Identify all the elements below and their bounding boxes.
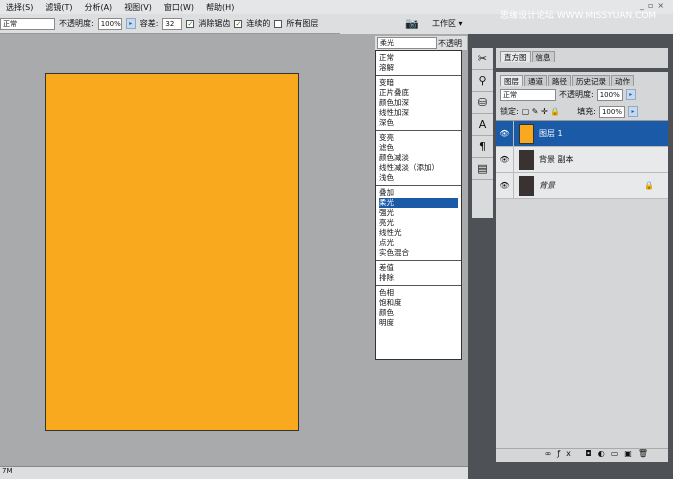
- paragraph-icon[interactable]: ¶: [472, 136, 493, 158]
- blend-option[interactable]: 明度: [379, 318, 458, 328]
- all-layers-label: 所有图层: [286, 19, 319, 28]
- tab-layers[interactable]: 图层: [500, 75, 523, 86]
- blend-option[interactable]: 线性减淡（添加）: [379, 163, 458, 173]
- blend-option[interactable]: 亮光: [379, 218, 458, 228]
- blend-option[interactable]: 变亮: [379, 133, 458, 143]
- blend-option[interactable]: 差值: [379, 263, 458, 273]
- layer-blend-select[interactable]: 正常: [500, 88, 556, 101]
- status-bar: 7M: [0, 466, 468, 479]
- blend-option[interactable]: 深色: [379, 118, 458, 128]
- blend-option[interactable]: 颜色: [379, 308, 458, 318]
- blend-option[interactable]: 浅色: [379, 173, 458, 183]
- blend-group: 色相 饱和度 颜色 明度: [376, 286, 461, 330]
- blend-option[interactable]: 溶解: [379, 63, 458, 73]
- menu-window[interactable]: 窗口(W): [164, 2, 194, 13]
- blend-group: 变亮 滤色 颜色减淡 线性减淡（添加） 浅色: [376, 131, 461, 186]
- blend-option[interactable]: 排除: [379, 273, 458, 283]
- blend-option[interactable]: 饱和度: [379, 298, 458, 308]
- layer-name: 背景 副本: [539, 155, 574, 164]
- blend-option[interactable]: 颜色加深: [379, 98, 458, 108]
- lock-label: 锁定:: [500, 107, 519, 116]
- fill-arrow-icon[interactable]: ▸: [627, 106, 638, 117]
- opacity-label: 不透明度:: [59, 19, 94, 28]
- blend-group: 正常 溶解: [376, 51, 461, 76]
- character-icon[interactable]: A: [472, 114, 493, 136]
- layer-name: 背景: [539, 181, 555, 190]
- fill-label: 填充:: [577, 107, 596, 116]
- tab-actions[interactable]: 动作: [611, 75, 634, 86]
- blend-mode-dropdown[interactable]: 正常 溶解 变暗 正片叠底 颜色加深 线性加深 深色 变亮 滤色 颜色减淡 线性减淡（添加） 浅色 叠加…: [375, 50, 462, 360]
- blend-option[interactable]: 点光: [379, 238, 458, 248]
- blend-option[interactable]: 正片叠底: [379, 88, 458, 98]
- doc-size: 7M: [2, 467, 13, 475]
- tab-histogram[interactable]: 直方图: [500, 51, 531, 62]
- contiguous-checkbox[interactable]: ✓: [234, 19, 243, 28]
- mode-select[interactable]: 正常: [0, 17, 55, 30]
- eye-icon[interactable]: 👁: [496, 121, 514, 146]
- layer-row[interactable]: 👁 图层 1: [496, 121, 668, 147]
- antialias-label: 消除锯齿: [198, 19, 231, 28]
- tab-channels[interactable]: 通道: [524, 75, 547, 86]
- layer-opacity-arrow-icon[interactable]: ▸: [625, 89, 636, 100]
- tolerance-label: 容差:: [139, 19, 159, 28]
- eye-icon[interactable]: 👁: [496, 147, 514, 172]
- layer-thumbnail: [519, 175, 534, 196]
- antialias-checkbox[interactable]: ✓: [186, 19, 195, 28]
- layer-opacity-label: 不透明度:: [559, 90, 594, 99]
- histogram-panel: 直方图 信息: [496, 48, 668, 68]
- menu-filter[interactable]: 滤镜(T): [45, 2, 72, 13]
- eye-icon[interactable]: 👁: [496, 173, 514, 198]
- blend-option[interactable]: 线性光: [379, 228, 458, 238]
- contiguous-label: 连续的: [246, 19, 271, 28]
- blend-mode-bar: 柔光 不透明度: [375, 36, 467, 59]
- clone-source-icon[interactable]: ⚲: [472, 70, 493, 92]
- opacity-input[interactable]: 100%: [97, 17, 122, 30]
- menu-select[interactable]: 选择(S): [6, 2, 33, 13]
- layers-panel: 图层 通道 路径 历史记录 动作 正常 不透明度: 100% ▸ 锁定: ▢ ✎ ✛ 🔒…: [496, 72, 668, 462]
- layer-thumbnail: [519, 149, 534, 170]
- blend-option[interactable]: 线性加深: [379, 108, 458, 118]
- layer-footer-icons[interactable]: ∞ƒx ◘◐▭▣🗑: [496, 448, 668, 462]
- layer-name: 图层 1: [539, 129, 563, 138]
- workspace-button[interactable]: 工作区 ▾: [432, 18, 463, 29]
- blend-option[interactable]: 叠加: [379, 188, 458, 198]
- opacity-arrow-icon[interactable]: ▸: [125, 18, 136, 29]
- blend-group: 差值 排除: [376, 261, 461, 286]
- watermark: 思缘设计论坛 WWW.MISSYUAN.COM: [500, 11, 657, 21]
- lock-icons[interactable]: ▢ ✎ ✛ 🔒: [522, 107, 561, 116]
- blend-option[interactable]: 变暗: [379, 78, 458, 88]
- layer-opacity-input[interactable]: 100%: [596, 88, 623, 101]
- blend-group: 变暗 正片叠底 颜色加深 线性加深 深色: [376, 76, 461, 131]
- tab-history[interactable]: 历史记录: [572, 75, 610, 86]
- panel-icons: ✂ ⚲ ⛁ A ¶ ▤: [472, 48, 493, 218]
- tools-icon[interactable]: ✂: [472, 48, 493, 70]
- blend-option[interactable]: 滤色: [379, 143, 458, 153]
- blend-option[interactable]: 柔光: [379, 198, 458, 208]
- layer-thumbnail: [519, 123, 534, 144]
- file-browser-icon[interactable]: 📷: [405, 17, 419, 30]
- blend-option[interactable]: 色相: [379, 288, 458, 298]
- blend-option[interactable]: 正常: [379, 53, 458, 63]
- stamp-icon[interactable]: ⛁: [472, 92, 493, 114]
- blend-option[interactable]: 强光: [379, 208, 458, 218]
- layer-row[interactable]: 👁 背景 副本: [496, 147, 668, 173]
- blend-group: 叠加 柔光 强光 亮光 线性光 点光 实色混合: [376, 186, 461, 261]
- all-layers-checkbox[interactable]: [274, 19, 283, 28]
- blend-mode-select[interactable]: 柔光: [377, 37, 437, 49]
- lock-icon: 🔒: [644, 181, 654, 190]
- tab-paths[interactable]: 路径: [548, 75, 571, 86]
- document-canvas[interactable]: [45, 73, 299, 431]
- menu-help[interactable]: 帮助(H): [206, 2, 234, 13]
- blend-option[interactable]: 实色混合: [379, 248, 458, 258]
- layer-row[interactable]: 👁 背景 🔒: [496, 173, 668, 199]
- blend-option[interactable]: 颜色减淡: [379, 153, 458, 163]
- menu-analysis[interactable]: 分析(A): [84, 2, 112, 13]
- tolerance-input[interactable]: 32: [162, 17, 183, 30]
- layer-comps-icon[interactable]: ▤: [472, 158, 493, 180]
- menu-view[interactable]: 视图(V): [124, 2, 152, 13]
- tab-info[interactable]: 信息: [531, 51, 555, 62]
- fill-input[interactable]: 100%: [598, 105, 625, 118]
